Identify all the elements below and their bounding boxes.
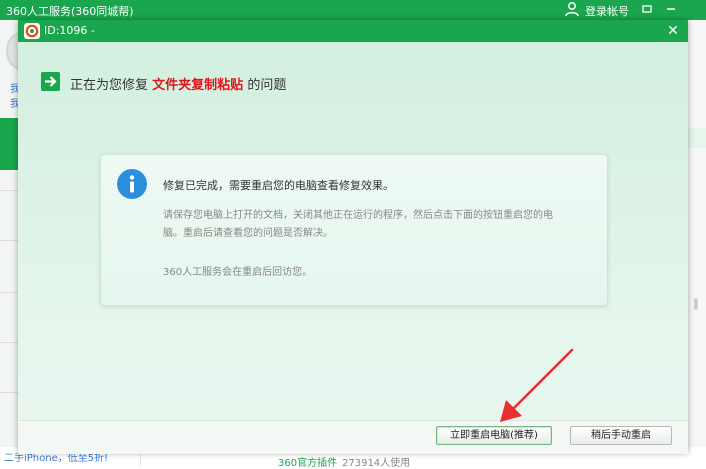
main-titlebar: 360人工服务(360同城帮) 登录帐号 xyxy=(0,0,706,20)
divider xyxy=(0,392,18,393)
info-description: 请保存您电脑上打开的文档，关闭其他正在运行的程序，然后点击下面的按钮重启您的电脑… xyxy=(163,210,553,239)
repair-dialog: ID:1096 - ✕ 正在为您修复 文件夹复制粘贴 的问题 修复已完成，需要重… xyxy=(18,20,688,454)
divider xyxy=(0,292,18,293)
main-title: 360人工服务(360同城帮) xyxy=(6,5,134,18)
divider xyxy=(0,240,18,241)
menu-icon[interactable] xyxy=(636,0,658,20)
sidebar-active-item[interactable] xyxy=(0,118,18,170)
restart-later-button[interactable]: 稍后手动重启 xyxy=(570,426,672,445)
right-band xyxy=(688,128,706,148)
close-icon[interactable]: ✕ xyxy=(664,21,682,41)
pointer-arrow xyxy=(500,348,574,422)
user-icon[interactable] xyxy=(564,1,580,17)
page-title: 正在为您修复 文件夹复制粘贴 的问题 xyxy=(70,74,286,93)
main-right-panel xyxy=(688,20,706,467)
problem-name: 文件夹复制粘贴 xyxy=(152,78,244,93)
login-link[interactable]: 登录帐号 xyxy=(585,3,629,19)
divider xyxy=(0,342,18,343)
dialog-title: ID:1096 - xyxy=(44,24,95,37)
info-icon xyxy=(117,169,147,199)
info-card: 修复已完成，需要重启您的电脑查看修复效果。 请保存您电脑上打开的文档，关闭其他正… xyxy=(100,154,608,306)
minimize-icon[interactable] xyxy=(660,0,682,20)
divider xyxy=(0,190,18,191)
dialog-titlebar: ID:1096 - ✕ xyxy=(18,20,688,42)
heading-prefix: 正在为您修复 xyxy=(70,78,149,93)
info-note: 360人工服务会在重启后回访您。 xyxy=(163,267,313,278)
logo-icon xyxy=(24,23,40,39)
heading-suffix: 的问题 xyxy=(247,78,287,93)
info-message: 修复已完成，需要重启您的电脑查看修复效果。 xyxy=(163,179,394,192)
arrow-right-icon xyxy=(41,72,60,91)
scrollbar-thumb[interactable] xyxy=(694,298,698,310)
